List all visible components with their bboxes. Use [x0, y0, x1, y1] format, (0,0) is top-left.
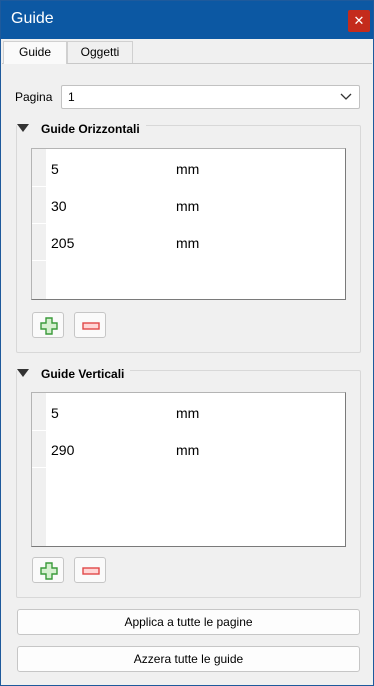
vertical-guides-title: Guide Verticali: [41, 367, 125, 381]
add-vertical-guide-button[interactable]: [32, 557, 64, 583]
reset-all-guides-button[interactable]: Azzera tutte le guide: [17, 646, 360, 672]
table-row[interactable]: 30 mm: [32, 186, 345, 223]
tab-guide-label: Guide: [18, 45, 52, 59]
tab-oggetti-label: Oggetti: [80, 45, 120, 59]
table-row[interactable]: 290 mm: [32, 430, 345, 467]
guide-value[interactable]: 30: [51, 198, 67, 214]
tab-bar: Guide Oggetti: [1, 39, 373, 64]
guide-value[interactable]: 5: [51, 405, 59, 421]
guides-dialog: Guide ✕ Guide Oggetti Pagina 1 Guide Ori…: [0, 0, 374, 686]
table-row[interactable]: 5 mm: [32, 149, 345, 186]
horizontal-guides-header[interactable]: Guide Orizzontali: [17, 122, 146, 136]
vertical-guides-header[interactable]: Guide Verticali: [17, 367, 131, 381]
guide-unit: mm: [176, 161, 200, 177]
guide-unit: mm: [176, 405, 200, 421]
remove-vertical-guide-button[interactable]: [74, 557, 106, 583]
guide-value[interactable]: 205: [51, 235, 74, 251]
horizontal-guides-title: Guide Orizzontali: [41, 122, 140, 136]
close-button[interactable]: ✕: [348, 10, 370, 32]
plus-icon: [40, 562, 58, 580]
add-horizontal-guide-button[interactable]: [32, 312, 64, 338]
tab-guide[interactable]: Guide: [3, 41, 67, 64]
chevron-down-icon: [339, 89, 353, 106]
guide-unit: mm: [176, 235, 200, 251]
page-select[interactable]: 1: [61, 85, 360, 109]
minus-icon: [82, 322, 100, 330]
guide-value[interactable]: 5: [51, 161, 59, 177]
table-row[interactable]: 205 mm: [32, 223, 345, 260]
title-bar: Guide ✕: [1, 1, 373, 39]
page-label: Pagina: [15, 90, 53, 104]
close-icon: ✕: [353, 13, 365, 28]
window-title: Guide: [11, 10, 54, 27]
minus-icon: [82, 567, 100, 575]
collapse-triangle-icon: [17, 124, 29, 132]
row-separator: [32, 467, 46, 468]
row-separator: [32, 260, 46, 261]
vertical-guides-list[interactable]: 5 mm 290 mm: [31, 392, 346, 547]
guide-unit: mm: [176, 442, 200, 458]
horizontal-guides-list[interactable]: 5 mm 30 mm 205 mm: [31, 148, 346, 300]
guide-unit: mm: [176, 198, 200, 214]
collapse-triangle-icon: [17, 369, 29, 377]
plus-icon: [40, 317, 58, 335]
page-select-value: 1: [68, 90, 75, 104]
remove-horizontal-guide-button[interactable]: [74, 312, 106, 338]
apply-to-all-pages-button[interactable]: Applica a tutte le pagine: [17, 609, 360, 635]
table-row[interactable]: 5 mm: [32, 393, 345, 430]
guide-value[interactable]: 290: [51, 442, 74, 458]
tab-oggetti[interactable]: Oggetti: [67, 41, 133, 63]
